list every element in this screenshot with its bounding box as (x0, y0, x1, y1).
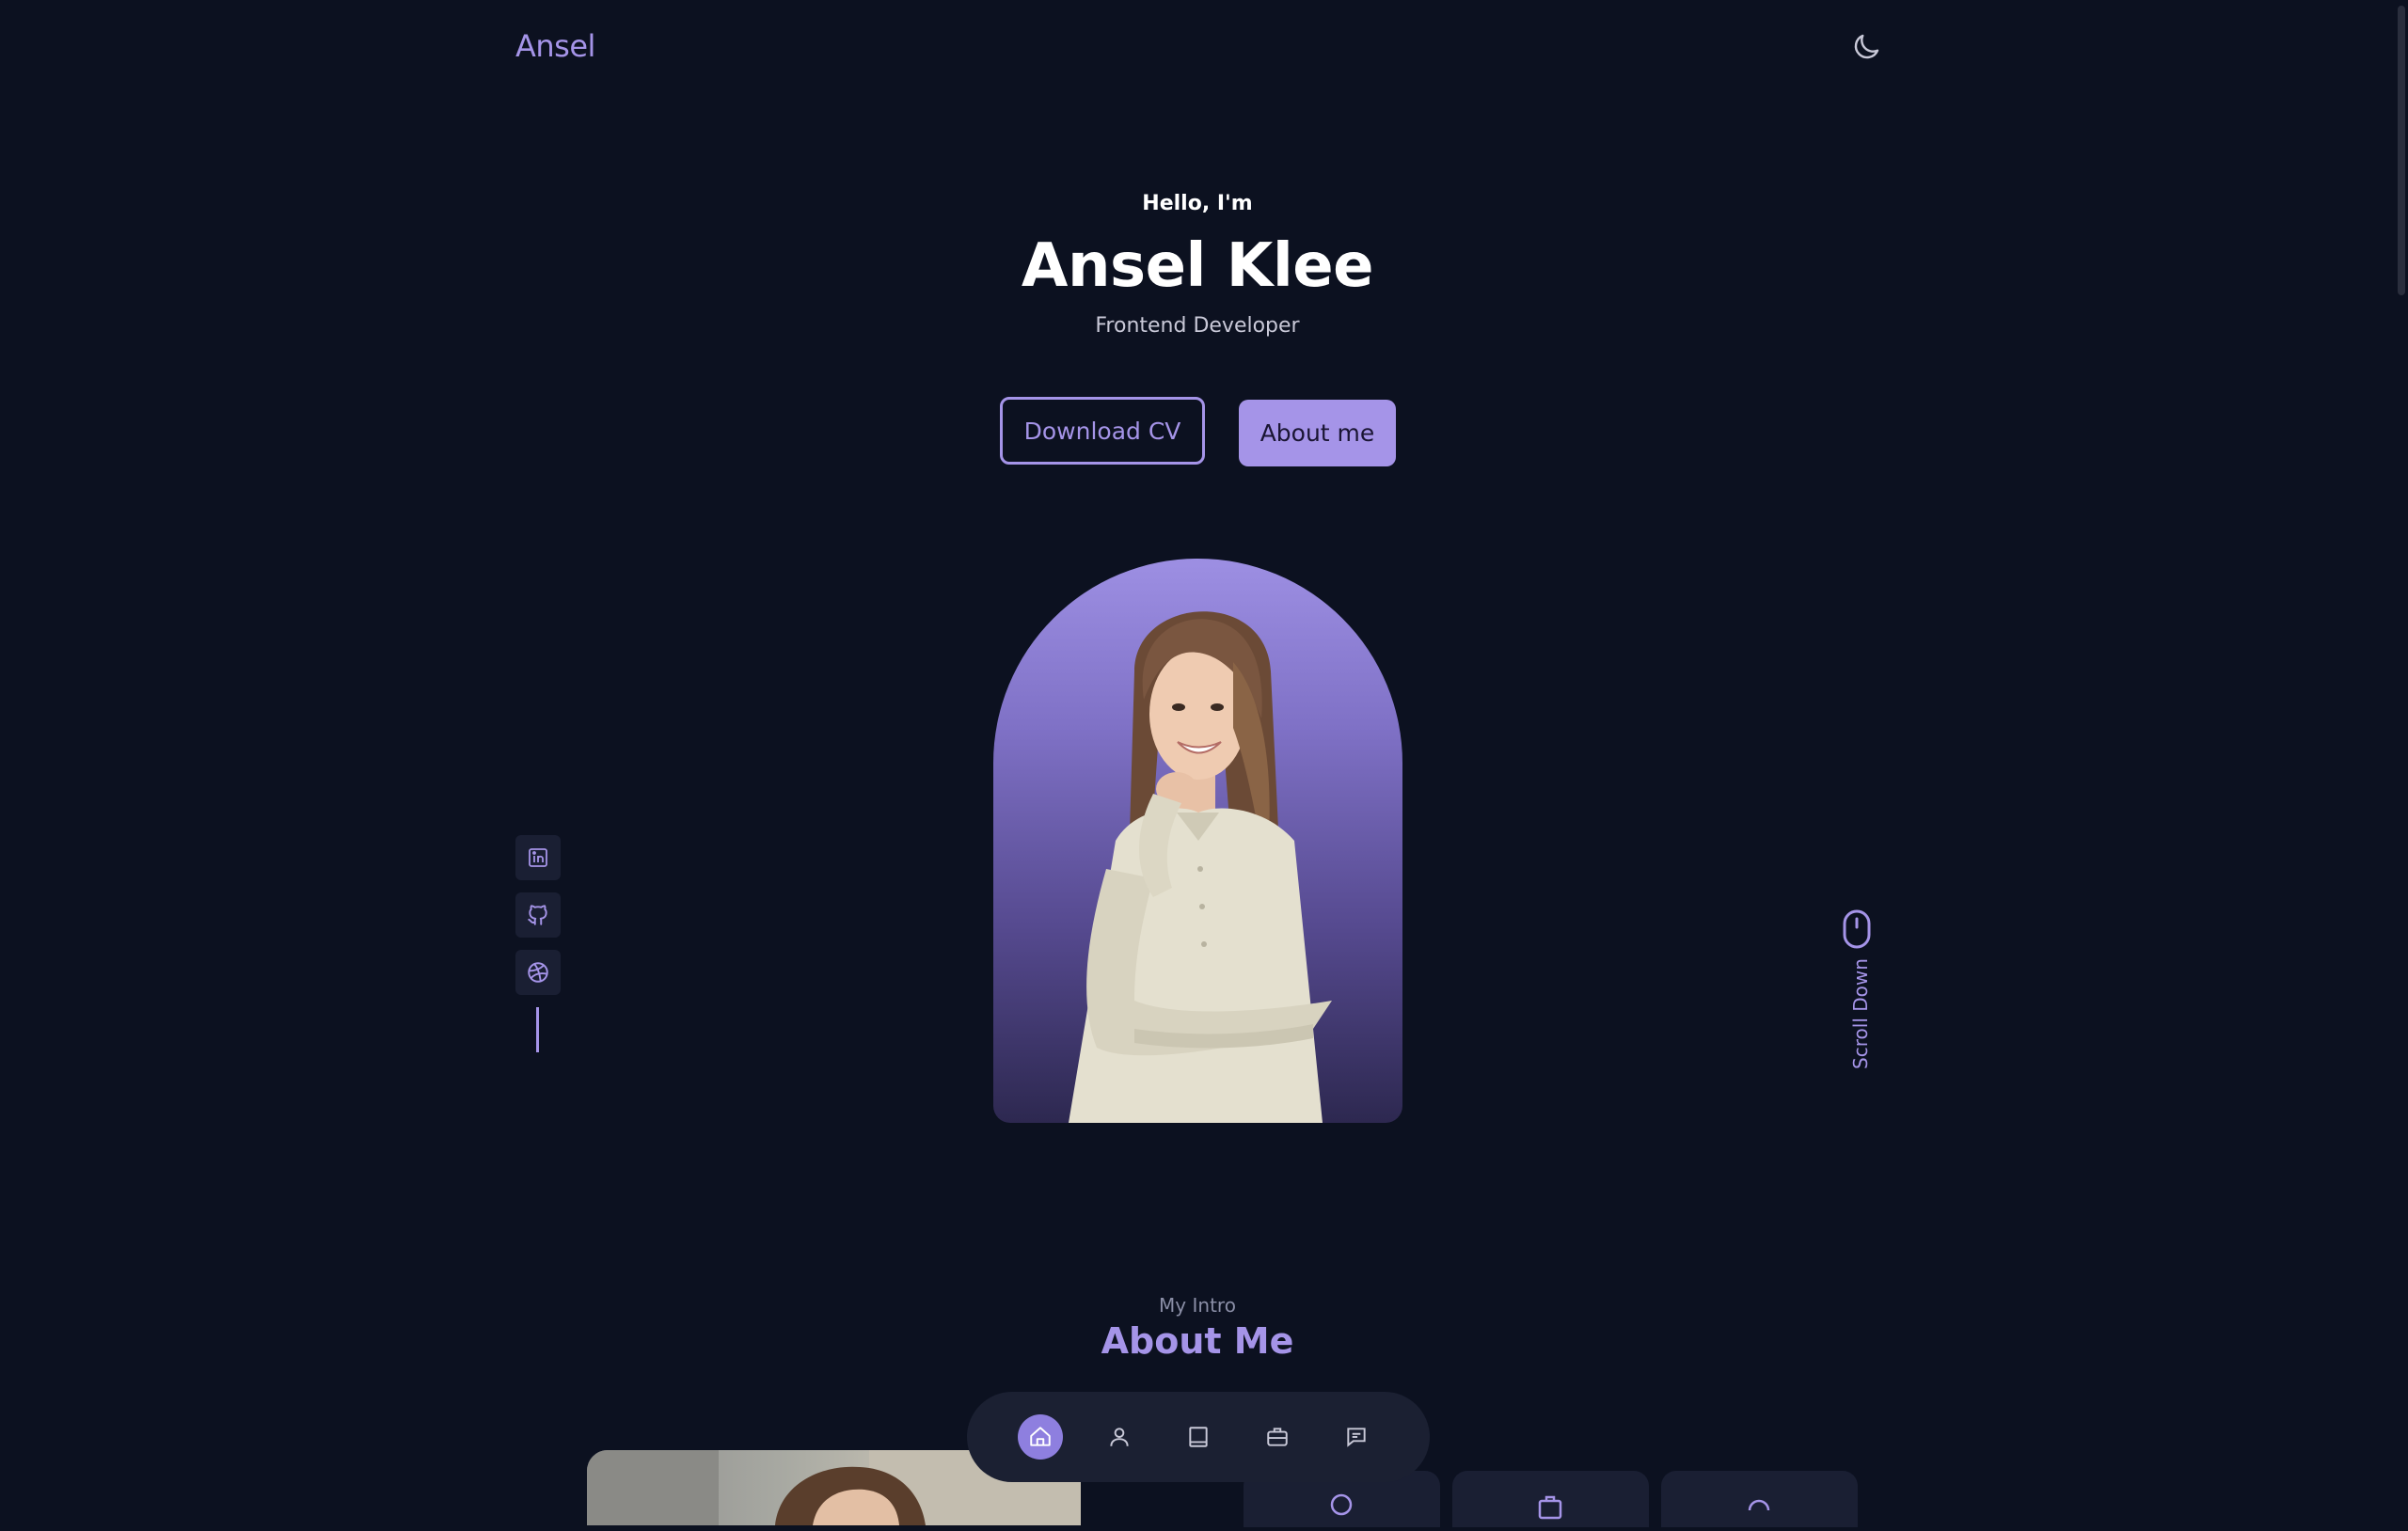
github-link[interactable] (515, 892, 561, 938)
bottom-navigation (967, 1392, 1430, 1482)
nav-experience[interactable] (1176, 1414, 1221, 1460)
user-icon (1107, 1425, 1132, 1449)
site-logo[interactable]: Ansel (515, 28, 595, 64)
dribbble-link[interactable] (515, 950, 561, 995)
award-icon (1328, 1492, 1354, 1529)
about-me-button[interactable]: About me (1239, 400, 1396, 466)
book-icon (1186, 1425, 1211, 1449)
message-icon (1344, 1425, 1369, 1449)
scroll-down-label: Scroll Down (1849, 958, 1872, 1069)
about-card-support (1661, 1471, 1858, 1527)
scroll-down-link[interactable]: Scroll Down (1842, 908, 1879, 1078)
nav-portfolio[interactable] (1255, 1414, 1300, 1460)
linkedin-link[interactable] (515, 835, 561, 880)
dribbble-icon (526, 960, 550, 985)
linkedin-icon (527, 846, 549, 869)
headset-icon (1746, 1492, 1772, 1529)
github-icon (526, 903, 550, 927)
theme-toggle-button[interactable] (1849, 30, 1883, 64)
profile-portrait (993, 559, 1402, 1123)
about-subtitle: My Intro (1159, 1294, 1236, 1317)
about-title: About Me (1101, 1320, 1294, 1362)
nav-contact[interactable] (1334, 1414, 1379, 1460)
hero-name: Ansel Klee (1021, 231, 1374, 301)
hero-role: Frontend Developer (1095, 314, 1300, 338)
about-card-completed (1452, 1471, 1649, 1527)
home-icon (1028, 1425, 1053, 1449)
briefcase-icon (1537, 1493, 1563, 1531)
nav-home[interactable] (1018, 1414, 1063, 1460)
moon-icon (1849, 30, 1883, 64)
hero-greeting: Hello, I'm (1142, 192, 1253, 215)
nav-about[interactable] (1097, 1414, 1142, 1460)
briefcase-icon (1265, 1425, 1290, 1449)
mouse-icon (1842, 908, 1879, 950)
social-links (515, 835, 561, 1052)
download-cv-button[interactable]: Download CV (1000, 397, 1205, 465)
social-divider-line (536, 1007, 539, 1052)
scrollbar-thumb[interactable] (2398, 6, 2405, 295)
